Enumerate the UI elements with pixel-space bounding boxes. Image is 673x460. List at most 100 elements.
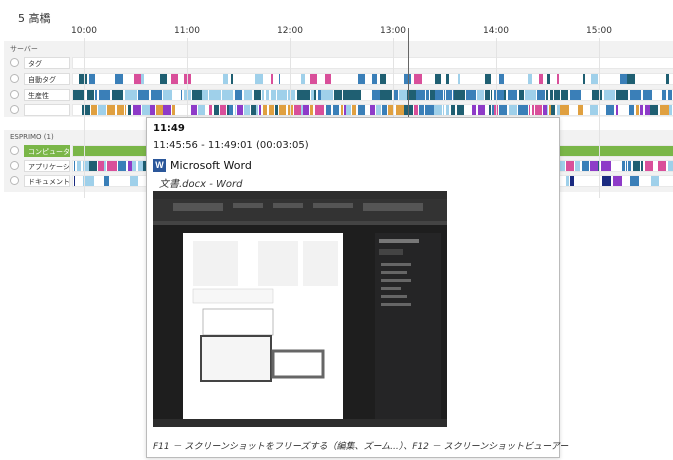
activity-segment (293, 105, 301, 115)
activity-segment (300, 74, 305, 84)
activity-segment (569, 90, 582, 100)
screenshot-thumbnail[interactable] (153, 191, 447, 427)
track[interactable] (72, 73, 673, 85)
activity-segment (640, 161, 644, 171)
activity-segment (371, 74, 377, 84)
activity-segment (547, 105, 549, 115)
activity-segment (380, 90, 392, 100)
activity-segment (97, 105, 106, 115)
activity-segment (629, 105, 634, 115)
activity-segment (445, 74, 449, 84)
activity-segment (117, 161, 127, 171)
activity-segment (340, 105, 344, 115)
activity-segment (314, 90, 317, 100)
activity-segment (465, 90, 477, 100)
activity-segment (504, 90, 507, 100)
row-radio[interactable] (10, 176, 19, 185)
activity-segment (351, 90, 361, 100)
activity-segment (485, 74, 491, 84)
tick-label: 14:00 (483, 26, 509, 36)
track[interactable] (72, 104, 673, 116)
activity-segment (539, 74, 543, 84)
server-group: サーバー タグ 自動タグ 生産性 (4, 41, 673, 117)
activity-segment (490, 90, 492, 100)
activity-segment (629, 90, 642, 100)
activity-segment (89, 74, 96, 84)
row-label: 自動タグ (24, 73, 70, 85)
activity-segment (397, 105, 405, 115)
row-label: 生産性 (24, 89, 70, 101)
activity-segment (244, 90, 253, 100)
activity-segment (155, 105, 163, 115)
activity-segment (380, 74, 387, 84)
activity-segment (667, 90, 673, 100)
activity-segment (277, 90, 288, 100)
activity-segment (546, 90, 548, 100)
row-radio[interactable] (10, 105, 19, 114)
activity-segment (343, 90, 351, 100)
activity-segment (332, 105, 339, 115)
activity-segment (445, 90, 453, 100)
activity-segment (237, 105, 243, 115)
activity-segment (111, 90, 123, 100)
activity-segment (115, 74, 123, 84)
activity-segment (309, 74, 318, 84)
activity-segment (528, 105, 531, 115)
activity-segment (371, 90, 381, 100)
activity-segment (261, 90, 265, 100)
activity-segment (278, 74, 280, 84)
activity-segment (524, 90, 536, 100)
activity-segment (434, 74, 441, 84)
time-cursor[interactable] (408, 28, 409, 118)
row-label: ドキュメント (24, 175, 70, 187)
activity-segment (517, 105, 525, 115)
activity-segment (333, 90, 342, 100)
activity-segment (456, 105, 464, 115)
activity-segment (509, 105, 517, 115)
row-radio[interactable] (10, 161, 19, 170)
row-label: コンピュータの使用 (24, 145, 70, 157)
row-radio[interactable] (10, 90, 19, 99)
activity-segment (90, 105, 98, 115)
gridline (84, 38, 85, 198)
tooltip-app-name: Microsoft Word (170, 159, 252, 172)
row-radio[interactable] (10, 74, 19, 83)
activity-segment (325, 105, 332, 115)
activity-segment (314, 105, 324, 115)
activity-segment (94, 90, 98, 100)
activity-segment (208, 90, 221, 100)
activity-segment (275, 105, 279, 115)
activity-segment (346, 105, 351, 115)
activity-segment (602, 176, 611, 186)
activity-segment (457, 74, 460, 84)
activity-segment (416, 90, 425, 100)
activity-segment (243, 105, 251, 115)
track[interactable] (72, 57, 673, 69)
activity-segment (370, 105, 376, 115)
activity-segment (658, 161, 667, 171)
activity-segment (556, 105, 560, 115)
activity-segment (262, 105, 268, 115)
row-radio[interactable] (10, 146, 19, 155)
activity-segment (197, 105, 205, 115)
activity-segment (453, 90, 466, 100)
activity-segment (535, 105, 543, 115)
activity-segment (471, 105, 476, 115)
activity-segment (601, 161, 612, 171)
activity-segment (628, 161, 631, 171)
activity-segment (484, 90, 490, 100)
tooltip-time: 11:49 (153, 123, 185, 134)
activity-segment (446, 105, 450, 115)
activity-segment (303, 105, 309, 115)
activity-segment (582, 74, 586, 84)
activity-segment (73, 161, 75, 171)
activity-segment (498, 105, 508, 115)
row-radio[interactable] (10, 58, 19, 67)
activity-segment (442, 105, 445, 115)
track[interactable] (72, 89, 673, 101)
activity-segment (325, 74, 331, 84)
activity-segment (488, 105, 491, 115)
activity-segment (615, 105, 619, 115)
activity-segment (630, 176, 639, 186)
activity-segment (230, 74, 234, 84)
